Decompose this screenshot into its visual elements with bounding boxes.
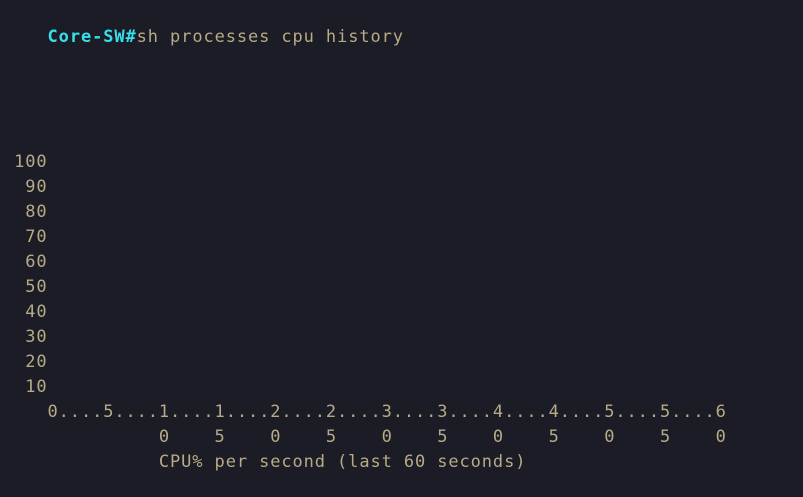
y-axis-label-20: 20 [3,352,48,372]
x-axis-tick-labels: 0 5 0 5 0 5 0 5 0 5 0 [3,427,727,447]
y-axis-label-10: 10 [3,377,48,397]
y-axis-label-60: 60 [3,252,48,272]
y-axis-label-50: 50 [3,277,48,297]
y-axis-label-30: 30 [3,327,48,347]
y-axis-label-100: 100 [3,152,48,172]
y-axis-label-40: 40 [3,302,48,322]
command-text: sh processes cpu history [136,27,404,47]
graph-caption: CPU% per second (last 60 seconds) [3,452,527,472]
x-axis-ticks: 0....5....1....1....2....2....3....3....… [3,402,727,422]
command-line: Core-SW#sh processes cpu history [3,0,404,47]
terminal-window[interactable]: Core-SW#sh processes cpu history 100 90 … [0,0,803,497]
y-axis-label-90: 90 [3,177,48,197]
y-axis-label-70: 70 [3,227,48,247]
y-axis-label-80: 80 [3,202,48,222]
prompt-host: Core-SW# [47,27,137,47]
